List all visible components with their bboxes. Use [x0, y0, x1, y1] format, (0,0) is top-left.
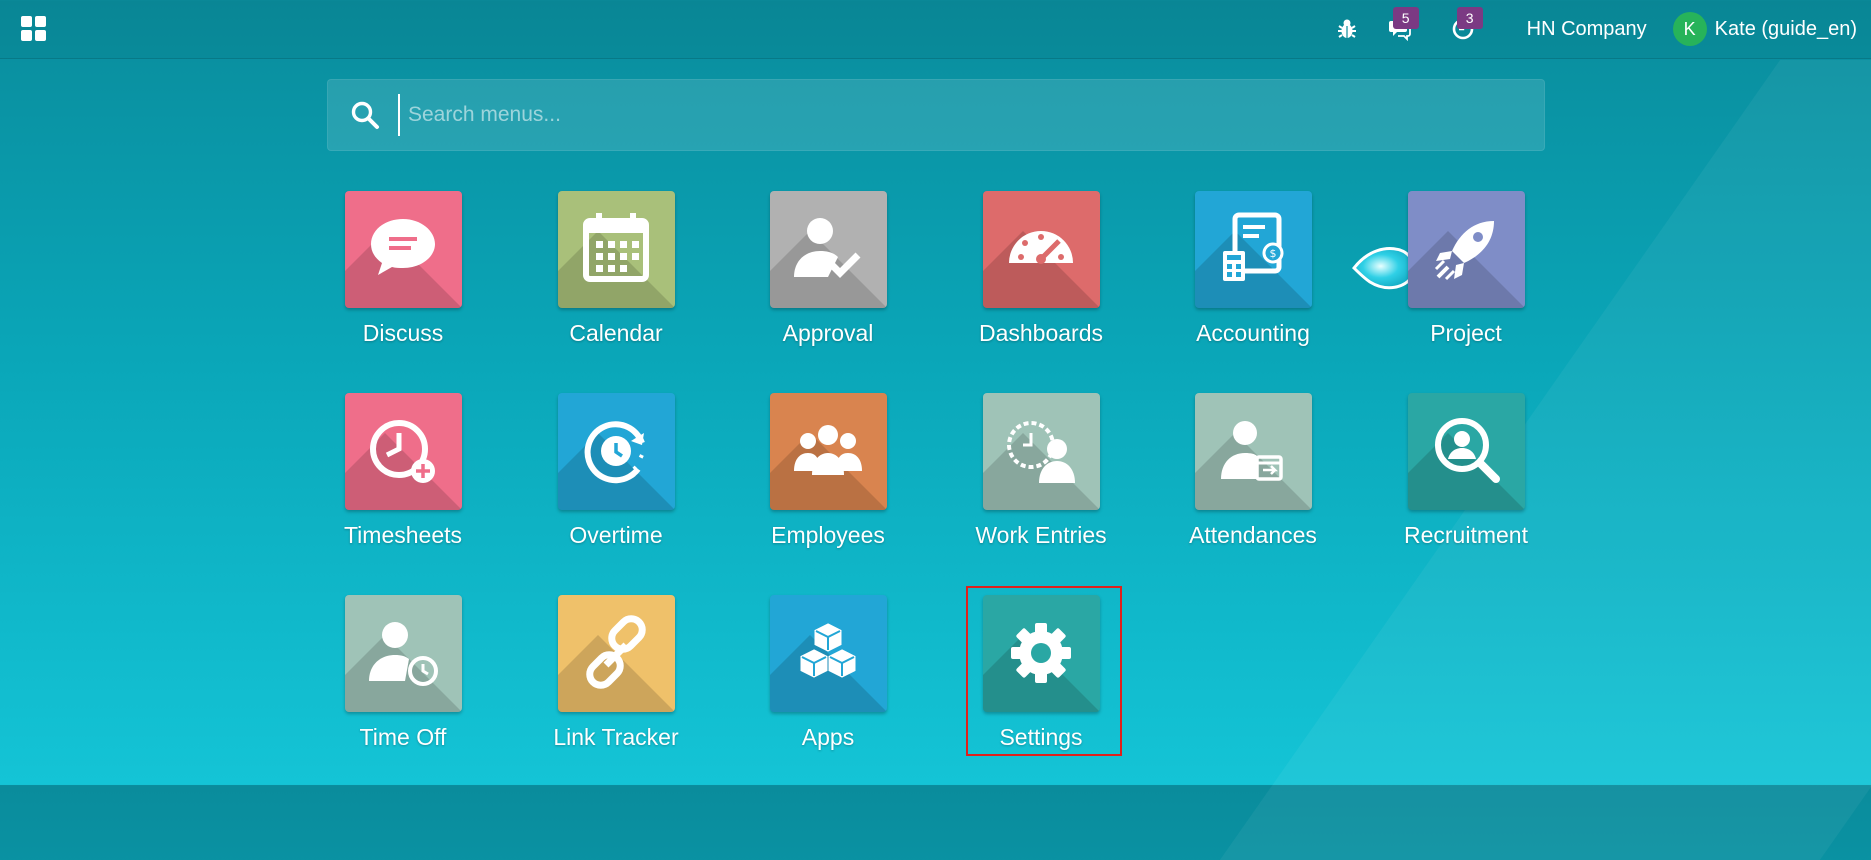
cubes-icon	[800, 623, 855, 678]
clock-person-icon	[1006, 421, 1075, 483]
app-overtime[interactable]: Overtime	[521, 393, 711, 563]
app-dashboards[interactable]: Dashboards	[946, 191, 1136, 361]
app-tile	[557, 191, 675, 308]
app-tile	[982, 393, 1100, 510]
messages-button[interactable]: 5	[1367, 0, 1431, 58]
app-project[interactable]: Project	[1371, 191, 1561, 361]
svg-text:$: $	[1269, 247, 1276, 260]
avatar: K	[1672, 12, 1707, 46]
app-label: Work Entries	[975, 522, 1107, 548]
person-check-icon	[793, 218, 860, 278]
app-accounting[interactable]: $ Accounting	[1158, 191, 1348, 361]
app-tile	[344, 191, 462, 308]
clock-cycle-icon	[584, 421, 645, 484]
app-calendar[interactable]: Calendar	[521, 191, 711, 361]
app-tile	[557, 595, 675, 712]
calendar-icon	[582, 213, 649, 282]
invoice-calculator-icon: $	[1222, 212, 1283, 281]
person-search-icon	[1434, 418, 1500, 483]
app-approval[interactable]: Approval	[733, 191, 923, 361]
app-time-off[interactable]: Time Off	[308, 595, 498, 765]
speedometer-icon	[1008, 231, 1073, 264]
chat-bubble-icon	[370, 219, 435, 275]
app-timesheets[interactable]: Timesheets	[308, 393, 498, 563]
messages-count-badge: 5	[1392, 7, 1419, 29]
people-group-icon	[793, 425, 862, 475]
user-menu[interactable]: K Kate (guide_en)	[1672, 12, 1857, 46]
app-employees[interactable]: Employees	[733, 393, 923, 563]
app-tile	[557, 393, 675, 510]
app-tile	[1194, 393, 1312, 510]
app-label: Attendances	[1189, 522, 1317, 548]
app-tile: $	[1194, 191, 1312, 308]
app-tile	[769, 595, 887, 712]
rocket-icon	[1434, 221, 1494, 281]
search-icon	[351, 101, 379, 129]
app-label: Link Tracker	[553, 724, 679, 750]
search-input[interactable]	[398, 94, 1530, 136]
app-apps[interactable]: Apps	[733, 595, 923, 765]
app-label: Overtime	[569, 522, 663, 548]
top-navbar: 5 3 HN Company K Kate (guide_en)	[0, 0, 1871, 59]
app-tile	[769, 393, 887, 510]
user-name: Kate (guide_en)	[1714, 17, 1857, 40]
app-label: Calendar	[569, 320, 663, 346]
person-calendar-icon	[1220, 421, 1283, 481]
chain-link-icon	[585, 615, 646, 689]
app-label: Timesheets	[343, 522, 463, 548]
app-label: Discuss	[362, 320, 444, 346]
debug-bug-icon[interactable]	[1327, 0, 1367, 58]
app-label: Accounting	[1196, 320, 1310, 346]
systray: 5 3 HN Company K Kate (guide_en)	[1327, 0, 1857, 58]
app-label: Project	[1430, 320, 1502, 346]
app-tile	[344, 595, 462, 712]
company-switcher[interactable]: HN Company	[1527, 18, 1647, 41]
gear-icon	[1010, 623, 1071, 683]
activities-count-badge: 3	[1456, 7, 1483, 29]
app-tile	[769, 191, 887, 308]
app-tile	[982, 595, 1100, 712]
app-tile	[1407, 191, 1525, 308]
app-label: Apps	[801, 724, 855, 750]
app-attendances[interactable]: Attendances	[1158, 393, 1348, 563]
app-label: Recruitment	[1404, 522, 1528, 548]
search-bar	[327, 79, 1545, 151]
app-tile	[982, 191, 1100, 308]
app-discuss[interactable]: Discuss	[308, 191, 498, 361]
app-tile	[344, 393, 462, 510]
app-link-tracker[interactable]: Link Tracker	[521, 595, 711, 765]
activities-button[interactable]: 3	[1431, 0, 1495, 58]
clock-plus-icon	[369, 420, 435, 483]
app-tile	[1407, 393, 1525, 510]
person-clock-icon	[368, 622, 438, 686]
app-label: Dashboards	[978, 320, 1104, 346]
app-work-entries[interactable]: Work Entries	[946, 393, 1136, 563]
app-recruitment[interactable]: Recruitment	[1371, 393, 1561, 563]
app-label: Time Off	[359, 724, 447, 750]
app-label: Approval	[782, 320, 874, 346]
app-menu-grid-icon[interactable]	[20, 15, 48, 43]
app-label: Employees	[771, 522, 885, 548]
